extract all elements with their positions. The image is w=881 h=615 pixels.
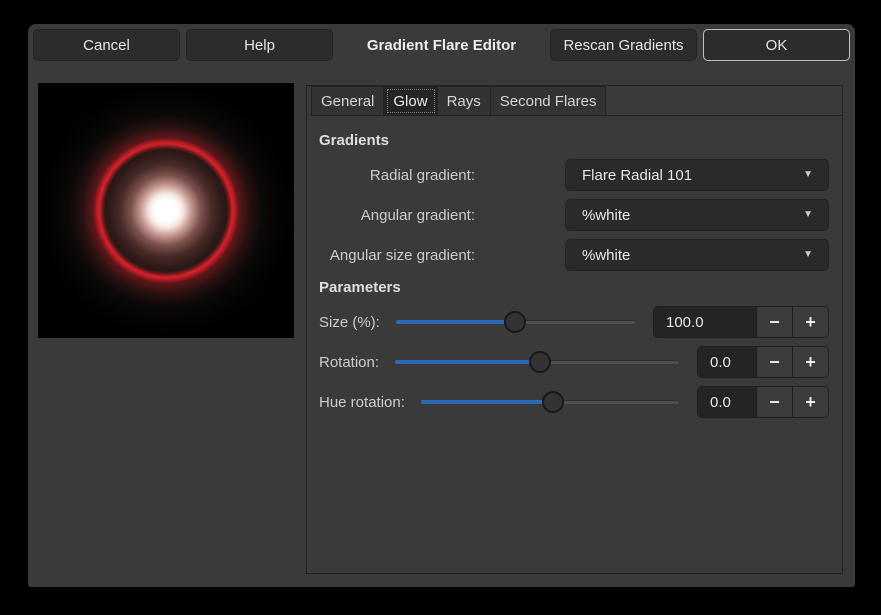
- hue-rotation-slider[interactable]: [421, 386, 679, 418]
- angular-size-gradient-value: %white: [582, 247, 630, 264]
- minus-button[interactable]: −: [756, 387, 792, 417]
- angular-gradient-select[interactable]: %white ▼: [565, 199, 829, 231]
- tab-strip-filler: [606, 86, 842, 116]
- chevron-down-icon: ▼: [803, 250, 813, 260]
- cancel-button[interactable]: Cancel: [33, 29, 180, 61]
- glow-tab-panel: Gradients Radial gradient: Flare Radial …: [307, 116, 842, 426]
- size-spinbox: 100.0 − +: [653, 306, 829, 338]
- tab-strip: General Glow Rays Second Flares: [307, 86, 842, 116]
- slider-fill: [396, 320, 516, 324]
- dialog-body: General Glow Rays Second Flares Gradient…: [28, 66, 855, 574]
- radial-gradient-select[interactable]: Flare Radial 101 ▼: [565, 159, 829, 191]
- tab-glow[interactable]: Glow: [384, 86, 437, 116]
- gradient-flare-editor-dialog: Cancel Help Gradient Flare Editor Rescan…: [28, 24, 855, 587]
- tab-second-flares[interactable]: Second Flares: [491, 86, 607, 116]
- size-slider[interactable]: [396, 306, 635, 338]
- plus-button[interactable]: +: [792, 347, 828, 377]
- tab-general[interactable]: General: [311, 86, 384, 116]
- slider-handle[interactable]: [504, 311, 526, 333]
- slider-handle[interactable]: [529, 351, 551, 373]
- angular-gradient-row: Angular gradient: %white ▼: [319, 199, 829, 231]
- size-row: Size (%): 100.0 − +: [319, 306, 829, 338]
- parameters-heading: Parameters: [319, 279, 829, 296]
- chevron-down-icon: ▼: [803, 170, 813, 180]
- slider-fill: [395, 360, 540, 364]
- slider-handle[interactable]: [542, 391, 564, 413]
- size-value-field[interactable]: 100.0: [654, 307, 756, 337]
- rotation-slider[interactable]: [395, 346, 679, 378]
- radial-gradient-label: Radial gradient:: [319, 167, 475, 184]
- tab-rays[interactable]: Rays: [438, 86, 491, 116]
- flare-preview: [38, 83, 294, 338]
- rescan-gradients-button[interactable]: Rescan Gradients: [550, 29, 697, 61]
- minus-button[interactable]: −: [756, 347, 792, 377]
- plus-button[interactable]: +: [792, 307, 828, 337]
- angular-size-gradient-select[interactable]: %white ▼: [565, 239, 829, 271]
- radial-gradient-row: Radial gradient: Flare Radial 101 ▼: [319, 159, 829, 191]
- gradients-heading: Gradients: [319, 132, 829, 149]
- slider-fill: [421, 400, 553, 404]
- angular-size-gradient-row: Angular size gradient: %white ▼: [319, 239, 829, 271]
- angular-size-gradient-label: Angular size gradient:: [319, 247, 475, 264]
- angular-gradient-value: %white: [582, 207, 630, 224]
- hue-rotation-spinbox: 0.0 − +: [697, 386, 829, 418]
- rotation-spinbox: 0.0 − +: [697, 346, 829, 378]
- settings-notebook: General Glow Rays Second Flares Gradient…: [306, 85, 843, 574]
- help-button[interactable]: Help: [186, 29, 333, 61]
- hue-rotation-row: Hue rotation: 0.0 − +: [319, 386, 829, 418]
- dialog-header: Cancel Help Gradient Flare Editor Rescan…: [28, 24, 855, 66]
- rotation-value-field[interactable]: 0.0: [698, 347, 756, 377]
- hue-rotation-label: Hue rotation:: [319, 394, 405, 411]
- size-label: Size (%):: [319, 314, 380, 331]
- rotation-row: Rotation: 0.0 − +: [319, 346, 829, 378]
- hue-rotation-value-field[interactable]: 0.0: [698, 387, 756, 417]
- ok-button[interactable]: OK: [703, 29, 850, 61]
- angular-gradient-label: Angular gradient:: [319, 207, 475, 224]
- rotation-label: Rotation:: [319, 354, 379, 371]
- radial-gradient-value: Flare Radial 101: [582, 167, 692, 184]
- dialog-title: Gradient Flare Editor: [339, 37, 544, 54]
- plus-button[interactable]: +: [792, 387, 828, 417]
- chevron-down-icon: ▼: [803, 210, 813, 220]
- minus-button[interactable]: −: [756, 307, 792, 337]
